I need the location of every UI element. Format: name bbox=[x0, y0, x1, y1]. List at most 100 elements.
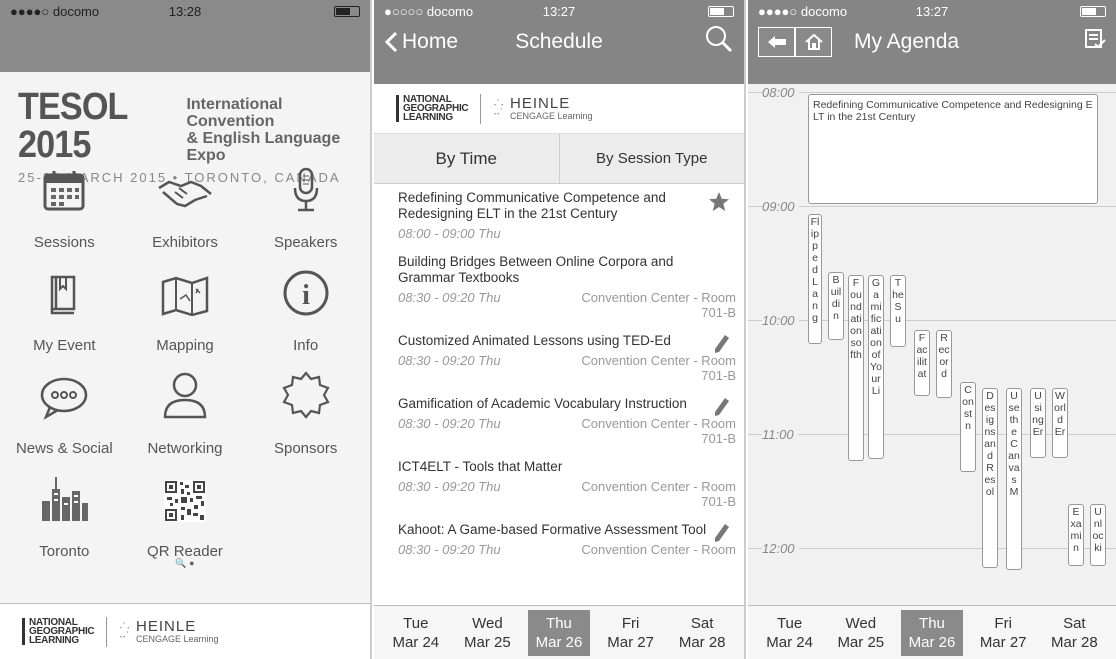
day-tab-tue[interactable]: Tue Mar 24 bbox=[759, 610, 821, 656]
nav-bar: ●●●●○ docomo 13:27 My Agenda bbox=[748, 0, 1116, 84]
agenda-event[interactable]: UsingEr bbox=[1030, 388, 1046, 458]
session-location: Convention Center - Room 701-B bbox=[581, 416, 736, 446]
back-arrow-button[interactable] bbox=[758, 27, 795, 57]
tile-label: Info bbox=[293, 337, 319, 354]
tile-exhibitors[interactable]: Exhibitors bbox=[125, 162, 246, 265]
day-date: Mar 28 bbox=[678, 633, 726, 651]
battery-icon bbox=[708, 5, 734, 17]
day-tab-thu[interactable]: Thu Mar 26 bbox=[900, 609, 963, 656]
banner-sub1: International Convention bbox=[186, 96, 283, 130]
day-tab-wed[interactable]: Wed Mar 25 bbox=[830, 610, 892, 656]
agenda-event[interactable]: Unlocki bbox=[1090, 504, 1106, 566]
banner-title: TESOL 2015 bbox=[18, 86, 128, 166]
session-time: 08:30 - 09:20 Thu bbox=[398, 353, 501, 368]
agenda-event[interactable]: Examin bbox=[1068, 504, 1084, 566]
tile-my-event[interactable]: My Event bbox=[4, 265, 125, 368]
day-tab-tue[interactable]: Tue Mar 24 bbox=[385, 610, 447, 656]
day-selector: Tue Mar 24 Wed Mar 25 Thu Mar 26 Fri Mar 27 Sat M… bbox=[748, 605, 1116, 659]
agenda-event[interactable]: Facilitat bbox=[914, 330, 930, 396]
tile-mapping[interactable]: Mapping bbox=[125, 265, 246, 368]
agenda-event[interactable]: UsetheCanvasM bbox=[1006, 388, 1022, 570]
search-icon[interactable] bbox=[704, 24, 734, 60]
tile-toronto[interactable]: Toronto bbox=[4, 471, 125, 574]
agenda-event[interactable]: Constn bbox=[960, 382, 976, 472]
tile-news-social[interactable]: News & Social bbox=[4, 368, 125, 471]
agenda-event[interactable]: DesignsandResol bbox=[982, 388, 998, 568]
natgeo-logo: NATIONAL GEOGRAPHIC LEARNING bbox=[396, 95, 469, 123]
day-tab-wed[interactable]: Wed Mar 25 bbox=[456, 610, 518, 656]
person-icon bbox=[161, 372, 209, 432]
session-item[interactable]: Redefining Communicative Competence and … bbox=[398, 184, 736, 248]
session-item[interactable]: Building Bridges Between Online Corpora … bbox=[398, 248, 736, 327]
tile-label: Speakers bbox=[273, 234, 338, 251]
day-tab-sat[interactable]: Sat Mar 28 bbox=[671, 610, 733, 656]
carrier-label: ●●●●○ docomo bbox=[10, 3, 100, 19]
day-tab-sat[interactable]: Sat Mar 28 bbox=[1043, 610, 1105, 656]
tile-sponsors[interactable]: Sponsors bbox=[245, 368, 366, 471]
session-title: Customized Animated Lessons using TED-Ed bbox=[398, 333, 671, 348]
agenda-event[interactable]: WorldEr bbox=[1052, 388, 1068, 458]
tile-label: Exhibitors bbox=[152, 234, 218, 251]
handshake-icon bbox=[157, 174, 213, 226]
session-title: Gamification of Academic Vocabulary Inst… bbox=[398, 396, 687, 411]
session-item[interactable]: Gamification of Academic Vocabulary Inst… bbox=[398, 390, 736, 453]
session-list: Redefining Communicative Competence and … bbox=[374, 184, 744, 564]
hour-label: 09:00 bbox=[762, 199, 799, 214]
day-date: Mar 28 bbox=[1051, 633, 1098, 651]
top-bar: ●●●●○ docomo 13:28 bbox=[0, 0, 370, 72]
session-location: Convention Center - Room bbox=[581, 542, 736, 557]
pencil-icon[interactable] bbox=[714, 334, 730, 359]
heinle-logo: ∙˙∙ ∙∙˙ HEINLE CENGAGE Learning bbox=[493, 94, 593, 121]
checklist-icon[interactable] bbox=[1084, 28, 1106, 56]
qr-code-icon bbox=[163, 480, 207, 535]
session-item[interactable]: Kahoot: A Game-based Formative Assessmen… bbox=[398, 516, 736, 564]
cengage-text: CENGAGE Learning bbox=[510, 110, 593, 121]
day-tab-thu[interactable]: Thu Mar 26 bbox=[527, 609, 590, 656]
tile-info[interactable]: i Info bbox=[245, 265, 366, 368]
tile-sessions[interactable]: Sessions bbox=[4, 162, 125, 265]
heinle-text: HEINLE bbox=[510, 94, 571, 112]
segmented-control: By Time By Session Type bbox=[374, 134, 744, 184]
agenda-event[interactable]: GamificationofYourLi bbox=[868, 275, 884, 459]
tile-networking[interactable]: Networking bbox=[125, 368, 246, 471]
back-button[interactable]: Home bbox=[384, 30, 458, 54]
microphone-icon bbox=[291, 167, 321, 226]
day-tab-fri[interactable]: Fri Mar 27 bbox=[600, 610, 662, 656]
sponsor-strip: NATIONAL GEOGRAPHIC LEARNING ∙˙∙ ∙∙˙ HEIN… bbox=[374, 84, 744, 134]
carrier-label: ●●●●○ docomo bbox=[758, 3, 848, 19]
agenda-event[interactable]: Redefining Communicative Competence and … bbox=[808, 94, 1098, 204]
day-tab-fri[interactable]: Fri Mar 27 bbox=[972, 610, 1034, 656]
session-time: 08:00 - 09:00 Thu bbox=[398, 226, 501, 241]
hour-line: 12:00 bbox=[748, 541, 1116, 556]
tab-by-time[interactable]: By Time bbox=[374, 134, 559, 183]
home-button[interactable] bbox=[795, 27, 832, 57]
event-banner: TESOL 2015 International Convention & En… bbox=[0, 72, 370, 185]
hour-line: 10:00 bbox=[748, 313, 1116, 328]
session-item[interactable]: Customized Animated Lessons using TED-Ed… bbox=[398, 327, 736, 390]
pencil-icon[interactable] bbox=[714, 397, 730, 422]
tile-label: My Event bbox=[33, 337, 96, 354]
banner-sub2: & English Language Expo bbox=[186, 130, 341, 164]
tab-by-session-type[interactable]: By Session Type bbox=[558, 134, 745, 183]
page-title: My Agenda bbox=[854, 30, 960, 53]
pencil-icon[interactable] bbox=[714, 523, 730, 548]
agenda-event[interactable]: Buildin bbox=[828, 272, 844, 340]
agenda-event[interactable]: Foundationsofth bbox=[848, 275, 864, 461]
session-location: Convention Center - Room 701-B bbox=[581, 290, 736, 320]
session-item[interactable]: ICT4ELT - Tools that Matter 08:30 - 09:2… bbox=[398, 453, 736, 516]
tile-speakers[interactable]: Speakers bbox=[245, 162, 366, 265]
day-date: Mar 24 bbox=[392, 633, 440, 651]
agenda-event[interactable]: FlippedLang bbox=[808, 214, 822, 344]
status-bar: ●●●●○ docomo 13:28 bbox=[0, 0, 370, 22]
agenda-event[interactable]: TheSu bbox=[890, 275, 906, 347]
star-icon[interactable] bbox=[708, 191, 730, 218]
nav-bar: ●○○○○ docomo 13:27 Home Schedule bbox=[374, 0, 744, 84]
battery-icon bbox=[334, 5, 360, 17]
agenda-screen: ●●●●○ docomo 13:27 My Agenda 08:00 09:00 1… bbox=[748, 0, 1116, 659]
natgeo-logo: NATIONAL GEOGRAPHIC LEARNING bbox=[22, 618, 95, 646]
tile-label: Toronto bbox=[39, 543, 90, 560]
back-label: Home bbox=[402, 30, 459, 53]
book-icon bbox=[46, 275, 82, 329]
agenda-event[interactable]: Record bbox=[936, 330, 952, 398]
svg-text:i: i bbox=[302, 280, 310, 311]
